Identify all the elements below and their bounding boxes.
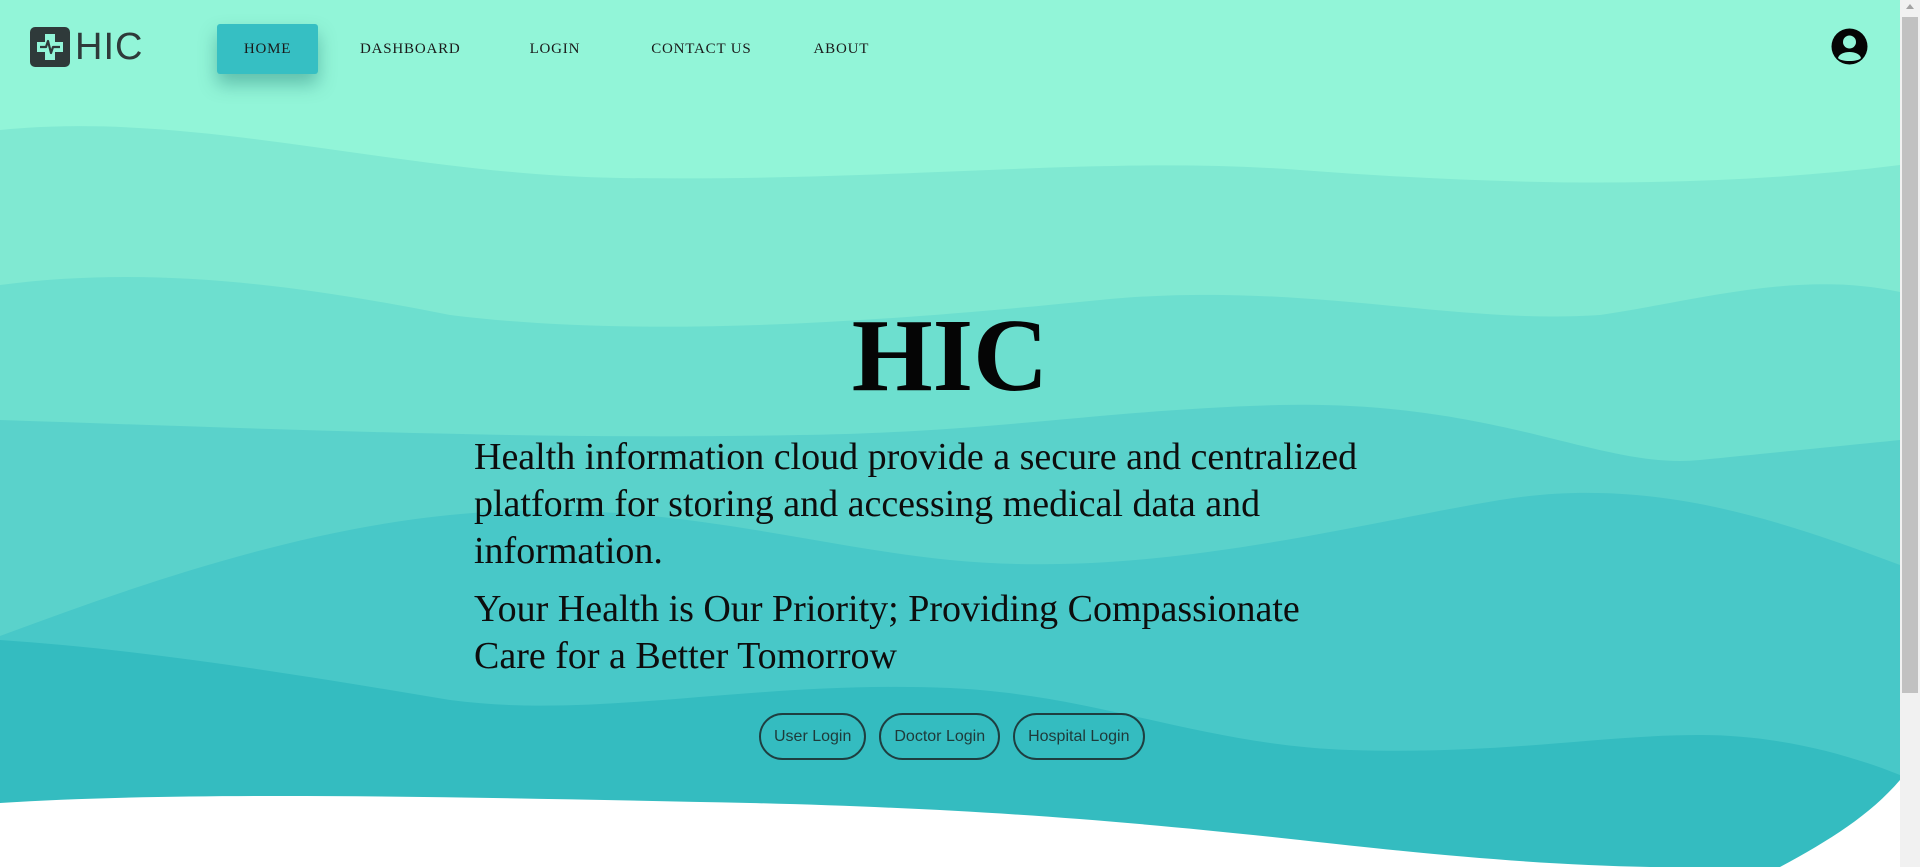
nav-login[interactable]: LOGIN	[495, 24, 616, 74]
medical-cross-icon	[30, 27, 70, 67]
hero-title: HIC	[851, 298, 1049, 413]
scrollbar-thumb[interactable]	[1902, 17, 1918, 693]
hospital-login-button[interactable]: Hospital Login	[1013, 713, 1145, 760]
hero-tagline: Your Health is Our Priority; Providing C…	[474, 588, 1300, 677]
user-login-button[interactable]: User Login	[759, 713, 867, 760]
vertical-scrollbar[interactable]	[1900, 0, 1920, 867]
doctor-login-button[interactable]: Doctor Login	[879, 713, 1001, 760]
nav-dashboard[interactable]: DASHBOARD	[333, 24, 488, 74]
nav-contact-us[interactable]: CONTACT US	[622, 24, 780, 74]
login-buttons: User Login Doctor Login Hospital Login	[759, 713, 1158, 760]
nav-about[interactable]: ABOUT	[788, 24, 896, 74]
hero-description: Health information cloud provide a secur…	[474, 436, 1358, 572]
page: HIC HOME DASHBOARD LOGIN CONTACT US ABOU…	[0, 0, 1920, 867]
logo-text: HIC	[75, 26, 144, 68]
navbar: HIC HOME DASHBOARD LOGIN CONTACT US ABOU…	[0, 0, 1900, 100]
nav-home[interactable]: HOME	[217, 24, 318, 74]
brand-logo[interactable]: HIC	[30, 26, 143, 68]
scroll-up-arrow-icon[interactable]	[1906, 4, 1914, 9]
user-circle-icon[interactable]	[1831, 28, 1868, 65]
main-nav: HOME DASHBOARD LOGIN CONTACT US ABOUT	[217, 24, 902, 74]
